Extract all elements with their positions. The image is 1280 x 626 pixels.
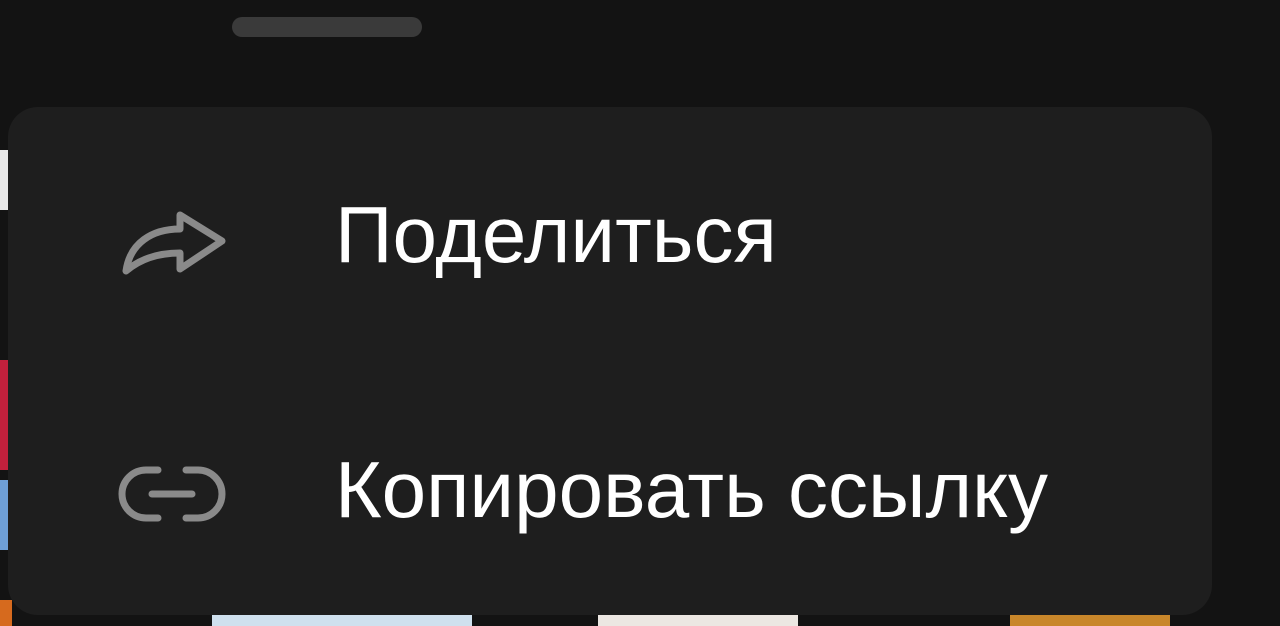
share-menu-item[interactable]: Поделиться <box>8 107 1212 361</box>
share-label: Поделиться <box>335 190 777 279</box>
context-menu: Поделиться Копировать ссылку <box>8 107 1212 615</box>
copy-link-label: Копировать ссылку <box>335 445 1049 534</box>
copy-link-menu-item[interactable]: Копировать ссылку <box>8 361 1212 615</box>
link-icon <box>118 466 226 522</box>
share-icon <box>122 211 226 275</box>
drag-handle[interactable] <box>232 17 422 37</box>
bottom-sheet: Поделиться Копировать ссылку <box>0 0 1280 626</box>
